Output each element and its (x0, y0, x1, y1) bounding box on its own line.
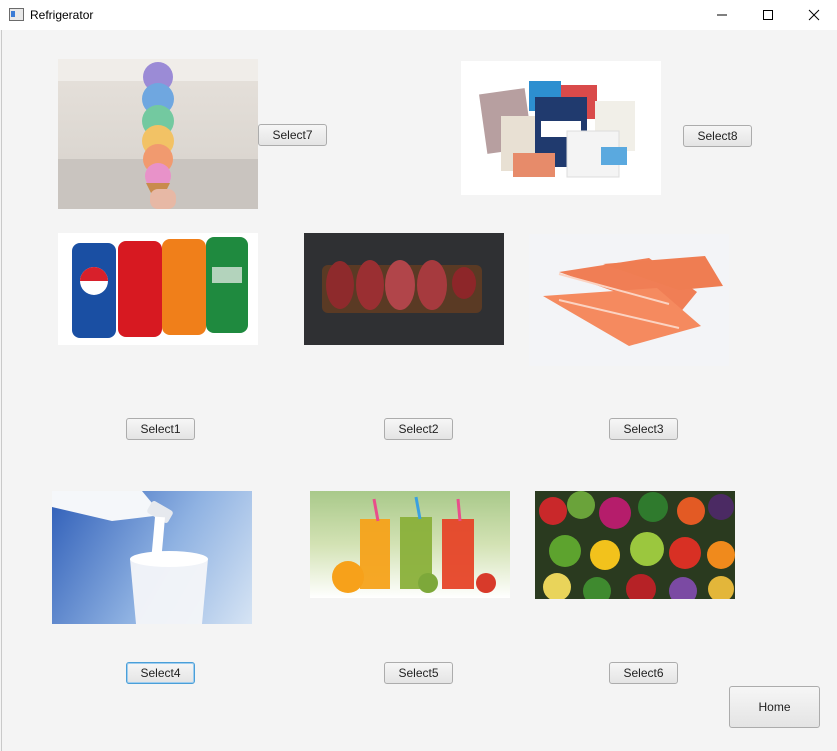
milk-image (52, 491, 252, 624)
salmon-fillets-image (529, 234, 729, 366)
select2-button[interactable]: Select2 (384, 418, 453, 440)
vegetables-picture (539, 491, 735, 599)
select6-button[interactable]: Select6 (609, 662, 678, 684)
soda-cans-image (58, 233, 258, 345)
title-bar: Refrigerator (0, 0, 837, 30)
ice-cream-image (58, 59, 258, 209)
select3-button[interactable]: Select3 (609, 418, 678, 440)
raw-steaks-image (304, 233, 504, 345)
maximize-icon (763, 10, 773, 20)
steaks-picture (304, 233, 504, 345)
select5-button[interactable]: Select5 (384, 662, 453, 684)
frozen-seafood-image (461, 61, 661, 195)
milk-picture (52, 491, 208, 624)
select4-button[interactable]: Select4 (126, 662, 195, 684)
close-icon (808, 9, 820, 21)
salmon-picture (543, 256, 723, 346)
home-button[interactable]: Home (729, 686, 820, 728)
minimize-button[interactable] (699, 0, 745, 30)
seafood-packs-picture (479, 81, 635, 178)
minimize-icon (717, 14, 727, 16)
app-icon (9, 8, 24, 21)
vegetables-image (535, 491, 735, 599)
juices-picture (332, 496, 496, 593)
window-title: Refrigerator (30, 8, 94, 22)
ice-cream-picture (58, 59, 258, 209)
close-button[interactable] (791, 0, 837, 30)
juices-image (310, 491, 510, 598)
soda-cans-picture (72, 237, 248, 338)
maximize-button[interactable] (745, 0, 791, 30)
select1-button[interactable]: Select1 (126, 418, 195, 440)
select7-button[interactable]: Select7 (258, 124, 327, 146)
select8-button[interactable]: Select8 (683, 125, 752, 147)
